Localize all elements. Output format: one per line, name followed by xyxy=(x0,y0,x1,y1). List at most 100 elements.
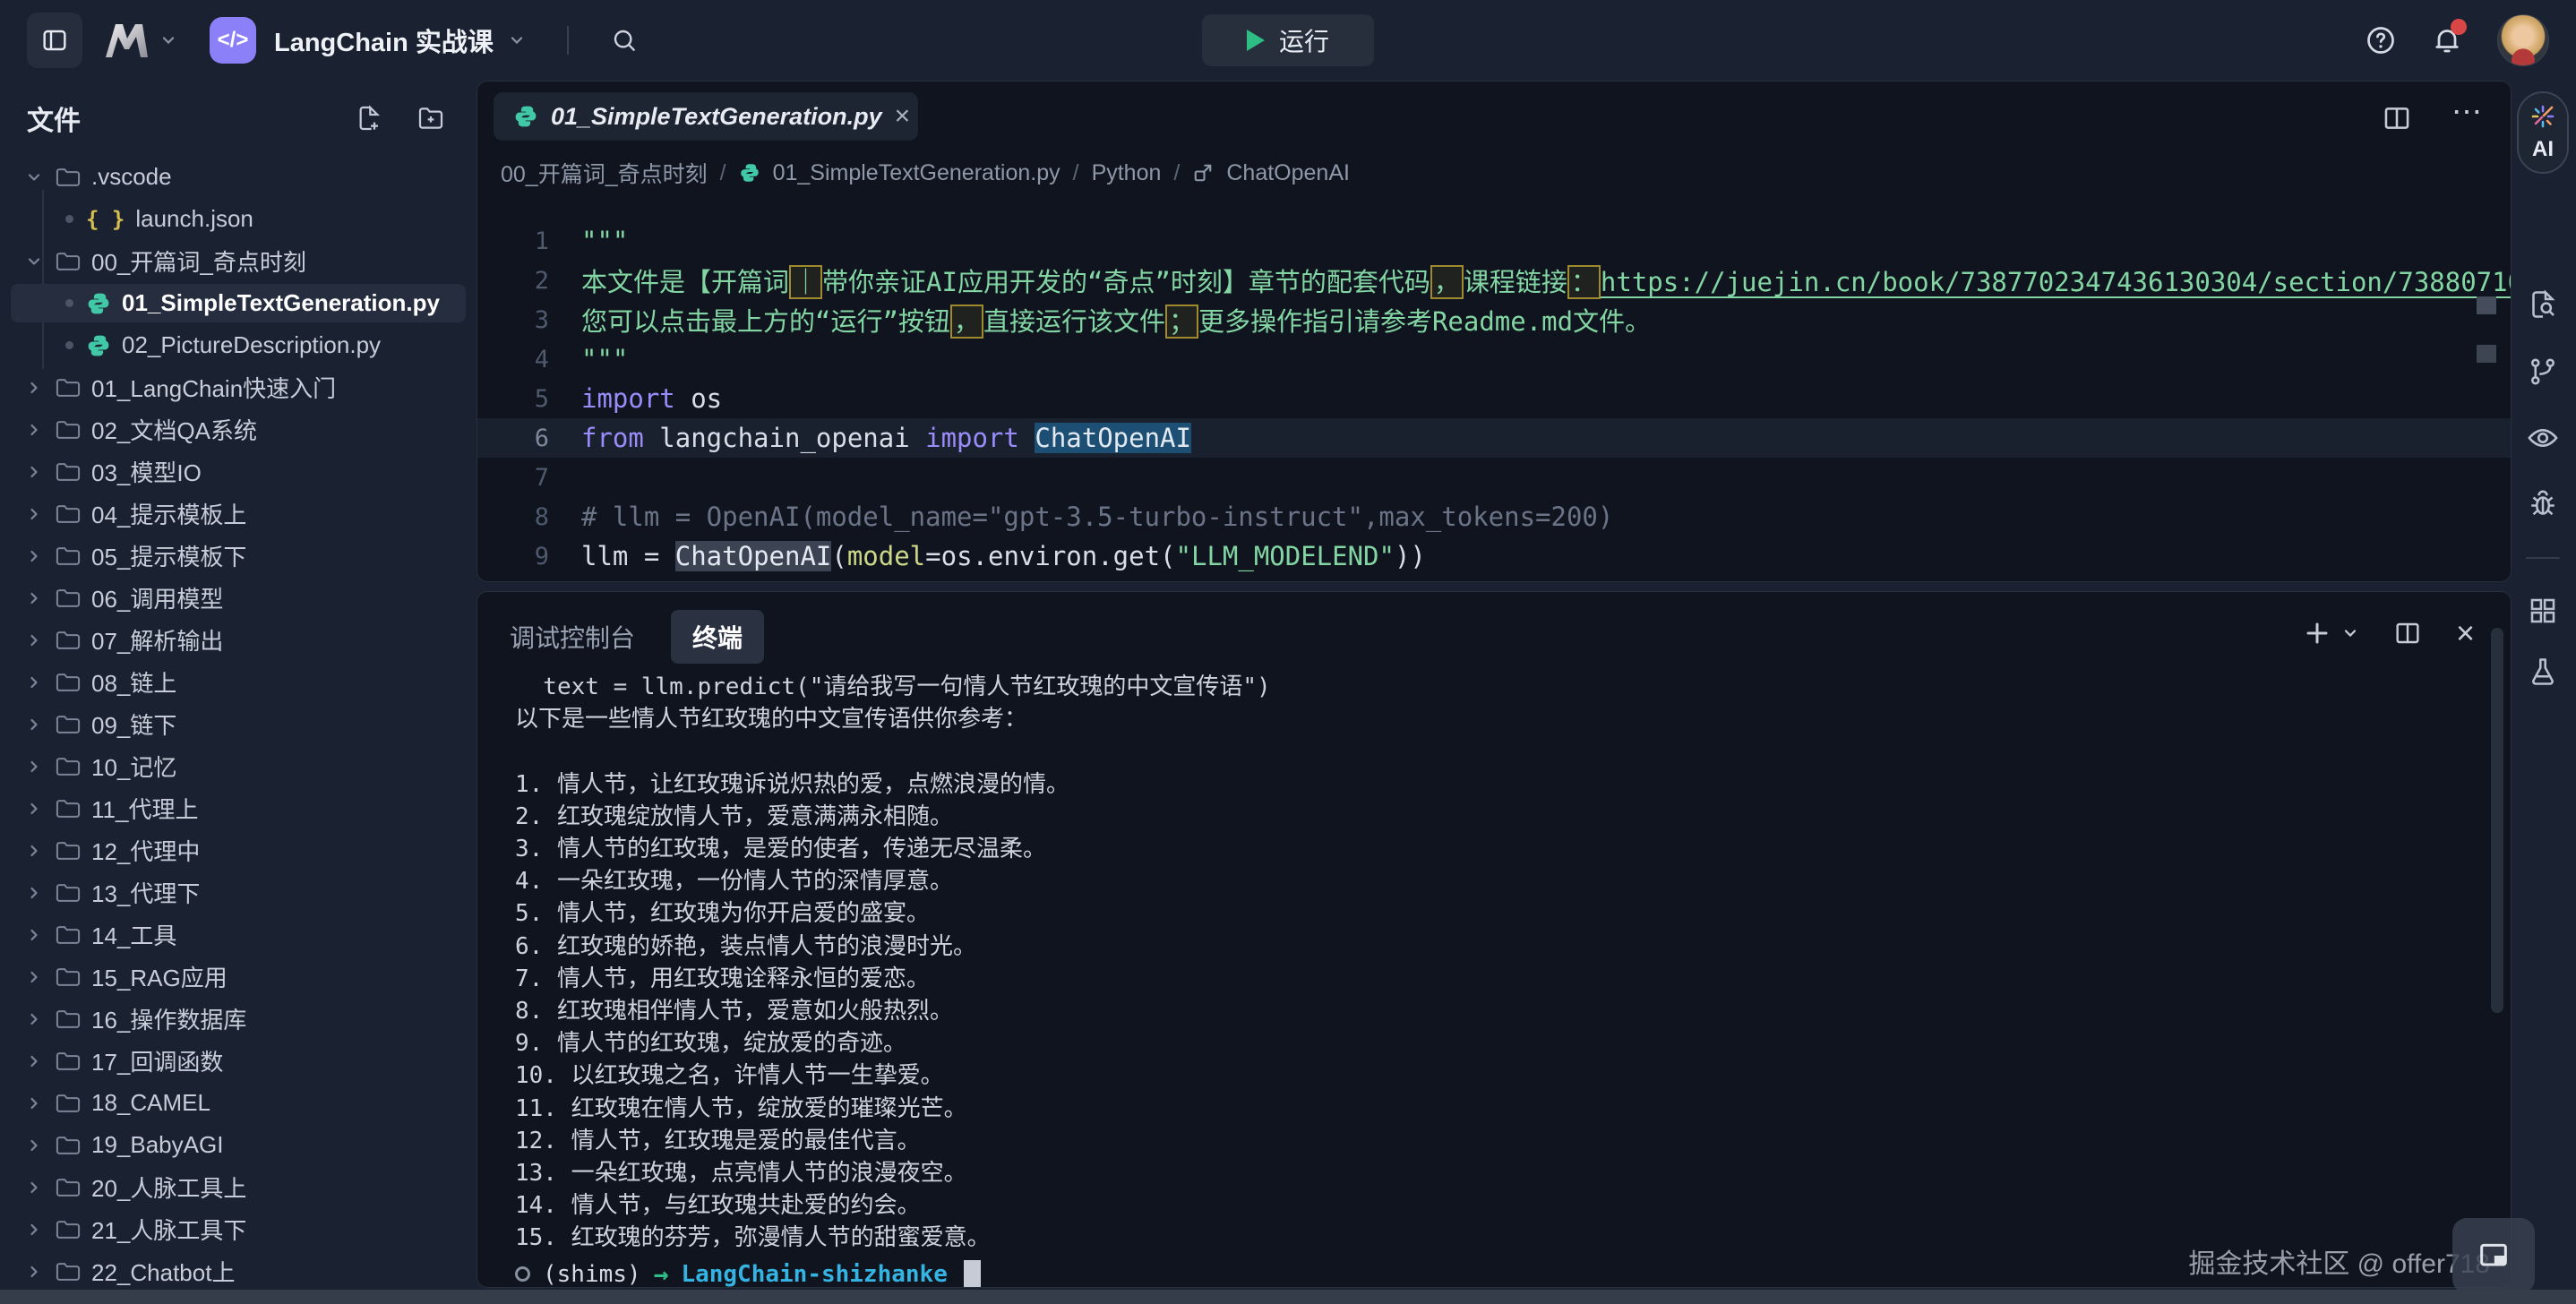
file-tree: .vscode { }launch.json00_开篇词_奇点时刻01_Simpl… xyxy=(0,156,477,1290)
close-tab-icon[interactable]: × xyxy=(895,101,911,132)
debug-bug-icon[interactable] xyxy=(2527,488,2559,520)
tree-folder-02_文档QA系统[interactable]: 02_文档QA系统 xyxy=(0,408,477,450)
tree-item-label: 15_RAG应用 xyxy=(91,960,228,993)
workspace-switcher[interactable] xyxy=(102,21,177,59)
terminal-scrollbar[interactable] xyxy=(2491,628,2503,1013)
new-folder-icon[interactable] xyxy=(416,104,446,133)
extensions-icon[interactable] xyxy=(2527,595,2559,627)
terminal-line: 4. 一朵红玫瑰，一份情人节的深情厚意。 xyxy=(515,865,2448,897)
code-line-8[interactable]: 8# llm = OpenAI(model_name="gpt-3.5-turb… xyxy=(477,497,2511,536)
tree-item-label: 14_工具 xyxy=(91,918,176,951)
file-explorer-sidebar: 文件 .vscode{ }launch.json00_开篇词_奇点时刻01_Si… xyxy=(0,81,477,1290)
avatar[interactable] xyxy=(2497,14,2549,66)
split-terminal-icon[interactable] xyxy=(2393,619,2422,648)
terminal-line: 9. 情人节的红玫瑰，绽放爱的奇迹。 xyxy=(515,1027,2448,1060)
tree-item-label: .vscode xyxy=(91,163,172,191)
close-panel-icon[interactable]: × xyxy=(2456,622,2475,644)
tree-folder-14_工具[interactable]: 14_工具 xyxy=(0,914,477,956)
tree-folder-06_调用模型[interactable]: 06_调用模型 xyxy=(0,577,477,619)
tab-terminal[interactable]: 终端 xyxy=(671,610,764,664)
folder-icon xyxy=(56,167,81,188)
more-actions-icon[interactable]: ⋯ xyxy=(2451,103,2486,133)
tree-folder-09_链下[interactable]: 09_链下 xyxy=(0,703,477,745)
tree-folder-18_CAMEL[interactable]: 18_CAMEL xyxy=(0,1082,477,1124)
run-button[interactable]: 运行 xyxy=(1202,14,1374,66)
tree-folder-19_BabyAGI[interactable]: 19_BabyAGI xyxy=(0,1124,477,1166)
tree-folder-11_代理上[interactable]: 11_代理上 xyxy=(0,787,477,829)
testing-flask-icon[interactable] xyxy=(2527,656,2559,688)
breadcrumb-file[interactable]: 01_SimpleTextGeneration.py xyxy=(773,160,1060,186)
watermark: 掘金技术社区 @ offer718 xyxy=(2188,1241,2490,1281)
screenshot-tool-button[interactable] xyxy=(2452,1218,2535,1293)
plus-icon xyxy=(2304,620,2331,647)
tree-folder-03_模型IO[interactable]: 03_模型IO xyxy=(0,450,477,493)
folder-icon xyxy=(56,798,81,819)
terminal-prompt[interactable]: (shims)→LangChain-shizhanke xyxy=(515,1257,2448,1288)
tree-folder-05_提示模板下[interactable]: 05_提示模板下 xyxy=(0,535,477,577)
file-dot-indicator xyxy=(65,299,73,307)
preview-eye-icon[interactable] xyxy=(2526,421,2560,455)
source-control-icon[interactable] xyxy=(2527,356,2559,388)
ai-assistant-button[interactable]: AI xyxy=(2517,91,2569,174)
code-line-5[interactable]: 5import os xyxy=(477,379,2511,418)
tree-folder-04_提示模板上[interactable]: 04_提示模板上 xyxy=(0,493,477,535)
tree-item-label: 13_代理下 xyxy=(91,876,200,909)
code-editor[interactable]: 1"""2本文件是【开篇词｜带你亲证AI应用开发的“奇点”时刻】章节的配套代码，… xyxy=(477,221,2511,576)
tree-file-01_SimpleTextGeneration.py[interactable]: 01_SimpleTextGeneration.py xyxy=(0,282,477,324)
chevron-collapsed-icon xyxy=(25,1094,52,1112)
tree-folder-08_链上[interactable]: 08_链上 xyxy=(0,661,477,703)
folder-icon xyxy=(56,1177,81,1198)
tab-debug-console[interactable]: 调试控制台 xyxy=(510,619,635,655)
chevron-collapsed-icon xyxy=(25,505,52,523)
chevron-collapsed-icon xyxy=(25,1263,52,1281)
tree-folder-01_LangChain快速入门[interactable]: 01_LangChain快速入门 xyxy=(0,366,477,408)
tree-folder-07_解析输出[interactable]: 07_解析输出 xyxy=(0,619,477,661)
tree-folder-10_记忆[interactable]: 10_记忆 xyxy=(0,745,477,787)
search-icon[interactable] xyxy=(610,26,639,55)
new-terminal-button[interactable] xyxy=(2304,620,2359,647)
tree-folder-00_开篇词_奇点时刻[interactable]: 00_开篇词_奇点时刻 xyxy=(0,240,477,282)
tree-file-launch.json[interactable]: { }launch.json xyxy=(0,198,477,240)
breadcrumb-language[interactable]: Python xyxy=(1092,160,1162,186)
terminal-output[interactable]: text = llm.predict("请给我写一句情人节红玫瑰的中文宣传语")… xyxy=(515,671,2448,1288)
breadcrumb-separator: / xyxy=(1173,160,1180,186)
line-number: 3 xyxy=(477,306,581,334)
tree-folder-.vscode[interactable]: .vscode xyxy=(0,156,477,198)
tree-folder-21_人脉工具下[interactable]: 21_人脉工具下 xyxy=(0,1208,477,1250)
tree-folder-13_代理下[interactable]: 13_代理下 xyxy=(0,871,477,914)
folder-icon xyxy=(56,756,81,777)
tree-folder-16_操作数据库[interactable]: 16_操作数据库 xyxy=(0,998,477,1040)
code-line-6[interactable]: 6from langchain_openai import ChatOpenAI xyxy=(477,418,2511,458)
code-text: # llm = OpenAI(model_name="gpt-3.5-turbo… xyxy=(581,502,1613,532)
tree-folder-17_回调函数[interactable]: 17_回调函数 xyxy=(0,1040,477,1082)
tree-file-02_PictureDescription.py[interactable]: 02_PictureDescription.py xyxy=(0,324,477,366)
breadcrumb-symbol[interactable]: ChatOpenAI xyxy=(1226,160,1350,186)
help-icon[interactable] xyxy=(2365,24,2397,56)
breadcrumb-separator: / xyxy=(720,160,726,186)
tree-item-label: 11_代理上 xyxy=(91,792,198,825)
breadcrumb-folder[interactable]: 00_开篇词_奇点时刻 xyxy=(501,157,708,189)
notifications-button[interactable] xyxy=(2431,24,2463,56)
tree-folder-15_RAG应用[interactable]: 15_RAG应用 xyxy=(0,956,477,998)
new-file-icon[interactable] xyxy=(355,104,383,133)
tab-label: 01_SimpleTextGeneration.py xyxy=(551,103,882,131)
project-switcher[interactable]: </> LangChain 实战课 xyxy=(210,17,526,64)
tree-folder-20_人脉工具上[interactable]: 20_人脉工具上 xyxy=(0,1166,477,1208)
search-in-files-icon[interactable] xyxy=(2527,288,2559,321)
code-line-3[interactable]: 3您可以点击最上方的“运行”按钮，直接运行该文件；更多操作指引请参考Readme… xyxy=(477,300,2511,339)
bottom-scrollbar[interactable] xyxy=(0,1290,2576,1304)
code-line-2[interactable]: 2本文件是【开篇词｜带你亲证AI应用开发的“奇点”时刻】章节的配套代码，课程链接… xyxy=(477,261,2511,300)
code-line-9[interactable]: 9llm = ChatOpenAI(model=os.environ.get("… xyxy=(477,536,2511,576)
python-file-icon xyxy=(513,104,538,129)
tree-folder-22_Chatbot上[interactable]: 22_Chatbot上 xyxy=(0,1250,477,1290)
split-editor-icon[interactable] xyxy=(2382,103,2412,133)
tree-folder-12_代理中[interactable]: 12_代理中 xyxy=(0,829,477,871)
code-line-4[interactable]: 4""" xyxy=(477,339,2511,379)
editor-tab[interactable]: 01_SimpleTextGeneration.py × xyxy=(494,92,918,141)
project-title: LangChain 实战课 xyxy=(274,21,494,59)
code-line-7[interactable]: 7 xyxy=(477,458,2511,497)
code-line-1[interactable]: 1""" xyxy=(477,221,2511,261)
terminal-panel: 调试控制台 终端 × text = llm.predict("请给我写一句情人节… xyxy=(477,591,2512,1288)
tree-item-label: 12_代理中 xyxy=(91,834,200,867)
toggle-sidebar-button[interactable] xyxy=(27,13,82,68)
